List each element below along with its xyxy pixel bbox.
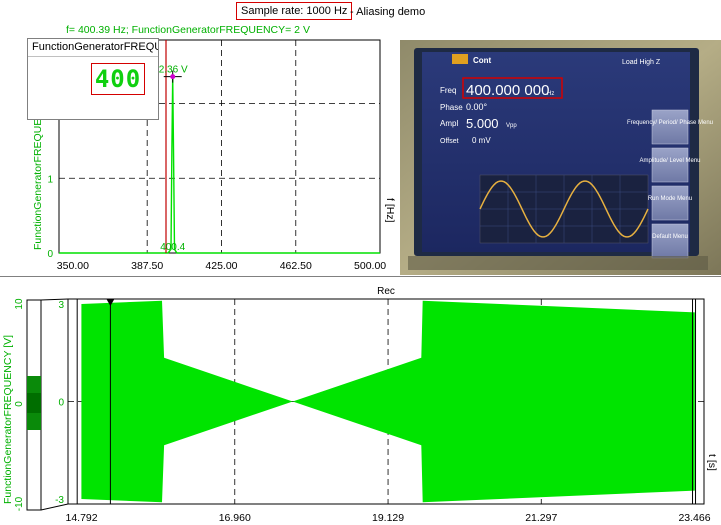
- instrument-softkey: [651, 147, 689, 183]
- recorder-x-tick: 16.960: [219, 512, 251, 524]
- offset-param-label: Offset: [440, 138, 459, 145]
- spectrum-info-text: f= 400.39 Hz; FunctionGeneratorFREQUENCY…: [66, 24, 310, 36]
- instrument-softkey-label: Run Mode Menu: [648, 196, 692, 202]
- spectrum-panel: f= 400.39 Hz; FunctionGeneratorFREQUENCY…: [0, 18, 400, 276]
- recorder-x-tick: 23.466: [678, 512, 710, 524]
- recorder-y-tick: 0: [58, 398, 64, 409]
- spectrum-x-tick: 462.50: [280, 260, 312, 272]
- peak-frequency-label: 400.4: [160, 242, 185, 253]
- offset-param-value: 0 mV: [472, 136, 491, 145]
- recorder-scale-tick: 0: [14, 401, 25, 407]
- instrument-softkey: [651, 109, 689, 145]
- recorder-x-axis-label: t [s]: [706, 454, 718, 471]
- load-label: Load High Z: [622, 59, 661, 66]
- freq-param-unit: Hz: [547, 91, 554, 97]
- peak-value-label: 2.36 V: [159, 65, 188, 76]
- ampl-param-value: 5.000: [466, 116, 499, 131]
- spectrum-y-tick: 0: [47, 249, 53, 260]
- recorder-x-ticks: 14.792 16.960 19.129 21.297 23.466: [66, 512, 711, 524]
- instrument-softkey-label: Default Menu: [652, 234, 688, 240]
- frequency-lcd: 400: [91, 63, 145, 95]
- spectrum-x-ticks: 350.00 387.50 425.00 462.50 500.00: [57, 260, 386, 272]
- instrument-softkey-label: Frequency/ Period/ Phase Menu: [627, 120, 713, 126]
- recorder-scale-tick: -10: [14, 496, 25, 511]
- freq-param-value: 400.000 000: [466, 82, 549, 99]
- mode-label: Cont: [473, 56, 492, 65]
- ampl-param-label: Ampl: [440, 119, 458, 128]
- instrument-softkey-label: Amplitude/ Level Menu: [639, 158, 700, 164]
- recorder-x-tick: 21.297: [525, 512, 557, 524]
- recorder-y-ticks: 3 0 -3: [55, 300, 64, 506]
- recorder-y-tick: -3: [55, 495, 64, 506]
- recorder-scale-tick: 10: [14, 298, 25, 310]
- wave-icon: [452, 54, 468, 64]
- spectrum-x-tick: 350.00: [57, 260, 89, 272]
- recorder-x-tick: 14.792: [66, 512, 98, 524]
- recorder-y-tick: 3: [58, 300, 64, 311]
- frequency-widget-title: FunctionGeneratorFREQU: [28, 39, 158, 57]
- spectrum-x-tick: 387.50: [131, 260, 163, 272]
- recorder-panel[interactable]: Rec 14.792 16.960 19.129 21.297 23.466 30-3 …: [0, 276, 721, 525]
- recorder-y-axis-label: FunctionGeneratorFREQUENCY [V]: [2, 335, 14, 504]
- spectrum-y-tick: 1: [47, 174, 53, 185]
- frequency-lcd-value: 400: [94, 65, 142, 93]
- spectrum-y-ticks: 012: [47, 100, 53, 260]
- phase-param-label: Phase: [440, 103, 463, 112]
- instrument-softkey: [651, 185, 689, 221]
- freq-param-label: Freq: [440, 86, 456, 95]
- phase-param-value: 0.00°: [466, 102, 488, 112]
- recorder-scale-core: [27, 393, 41, 413]
- spectrum-x-tick: 500.00: [354, 260, 386, 272]
- spectrum-x-tick: 425.00: [205, 260, 237, 272]
- recorder-title: Rec: [377, 286, 395, 297]
- instrument-softkey: [651, 223, 689, 259]
- frequency-display-widget[interactable]: FunctionGeneratorFREQU 400: [27, 38, 159, 120]
- function-generator-photo: Cont Load High Z Freq 400.000 000 Hz Pha…: [400, 40, 721, 275]
- spectrum-x-axis-label: f [Hz]: [384, 198, 396, 223]
- recorder-scale-ticks: 10 0 -10: [14, 298, 25, 511]
- recorder-x-tick: 19.129: [372, 512, 404, 524]
- ampl-param-unit: Vpp: [506, 123, 517, 129]
